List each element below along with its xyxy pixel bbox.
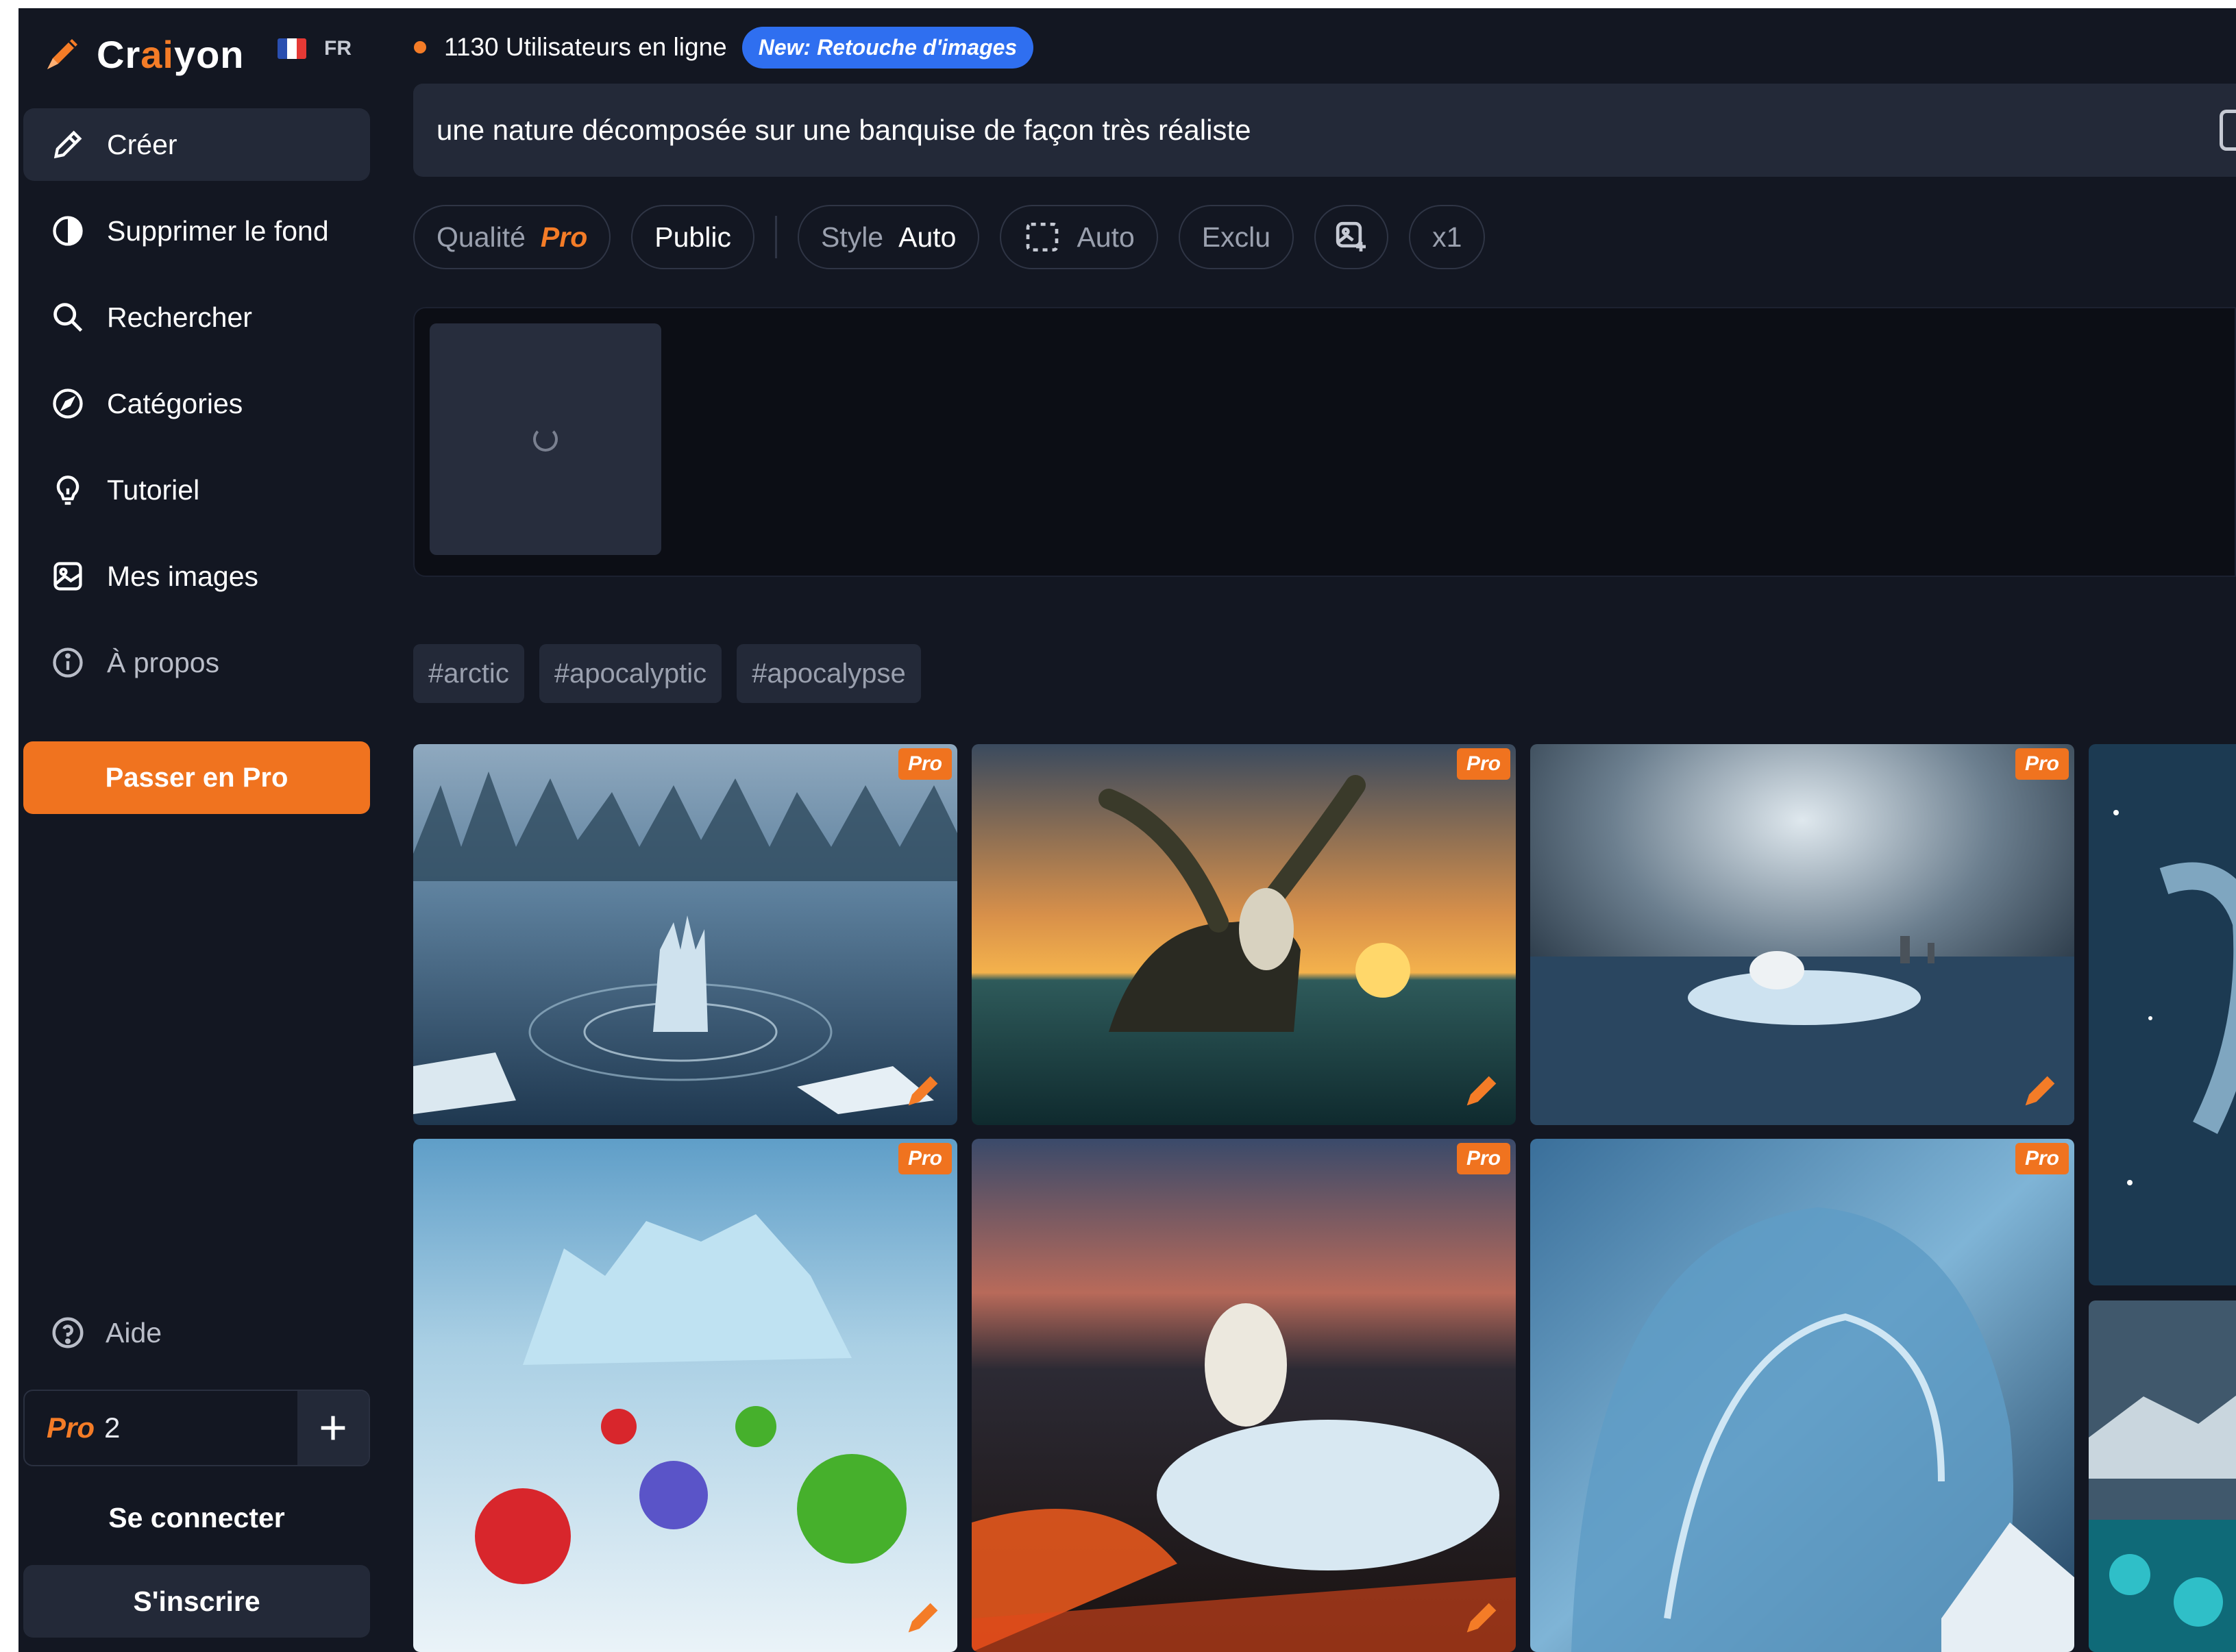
language-code: FR — [324, 37, 352, 60]
sidebar-item-label: À propos — [107, 646, 220, 678]
loading-thumbnail — [430, 323, 661, 555]
credits-plan: Pro — [47, 1411, 95, 1444]
pencil-icon — [49, 126, 86, 163]
sidebar-item-rechercher[interactable]: Rechercher — [23, 281, 370, 354]
style-selector[interactable]: Style Auto — [797, 205, 980, 269]
image-count-selector[interactable]: x1 — [1409, 205, 1486, 269]
gallery-image-frozen-hand[interactable]: Pro — [413, 744, 957, 1125]
online-status-dot — [414, 41, 426, 53]
credits-value: 2 — [104, 1411, 121, 1444]
quality-label: Qualité — [437, 221, 526, 253]
pro-badge: Pro — [898, 1143, 952, 1174]
edit-pencil-icon[interactable] — [1460, 1596, 1503, 1640]
gallery-image-arctic-coral[interactable] — [2089, 1300, 2236, 1652]
info-icon — [49, 644, 86, 681]
online-users-count: 1130 Utilisateurs en ligne — [444, 33, 727, 61]
edit-pencil-icon[interactable] — [901, 1596, 945, 1640]
tag-list: #arctic #apocalyptic #apocalypse — [413, 644, 936, 703]
sidebar-item-label: Catégories — [107, 387, 243, 419]
edit-pencil-icon[interactable] — [2018, 1069, 2062, 1113]
sidebar-item-label: Supprimer le fond — [107, 214, 329, 247]
gallery-image-polar-bear-lava[interactable]: Pro — [972, 1139, 1516, 1652]
gallery-image-whale[interactable] — [2089, 744, 2236, 1285]
tag-chip[interactable]: #apocalyptic — [539, 644, 722, 703]
app-window: Craiyon FR Créer Supprimer le fond Reche… — [19, 8, 2236, 1652]
tag-chip[interactable]: #apocalypse — [737, 644, 921, 703]
help-icon — [52, 1317, 84, 1348]
generation-results — [413, 307, 2236, 577]
search-icon — [49, 299, 86, 336]
france-flag-icon — [278, 38, 306, 59]
image-gallery: Pro Pro Pro Pro Pro Pro — [413, 744, 2236, 1652]
signup-button[interactable]: S'inscrire — [23, 1565, 370, 1638]
help-link[interactable]: Aide — [49, 1314, 162, 1351]
style-value: Auto — [898, 221, 957, 253]
loading-spinner-icon — [533, 427, 558, 452]
edit-pencil-icon[interactable] — [901, 1069, 945, 1113]
sidebar-item-creer[interactable]: Créer — [23, 108, 370, 181]
brand-name: Craiyon — [97, 32, 245, 76]
login-button[interactable]: Se connecter — [23, 1481, 370, 1554]
help-label: Aide — [106, 1316, 162, 1348]
sidebar-item-a-propos[interactable]: À propos — [23, 626, 370, 699]
add-image-icon — [1336, 221, 1366, 251]
sidebar-item-mes-images[interactable]: Mes images — [23, 540, 370, 613]
sidebar-item-label: Rechercher — [107, 301, 252, 333]
aspect-ratio-value: Auto — [1077, 221, 1135, 253]
new-feature-badge[interactable]: New: Retouche d'images — [741, 26, 1034, 69]
pro-badge: Pro — [1456, 1143, 1510, 1174]
compass-icon — [49, 385, 86, 422]
pro-badge: Pro — [2015, 748, 2069, 780]
sidebar-item-label: Créer — [107, 128, 177, 160]
pro-badge: Pro — [2015, 1143, 2069, 1174]
contrast-icon — [49, 212, 86, 249]
pro-badge: Pro — [898, 748, 952, 780]
gallery-image-ice-wave[interactable]: Pro — [1530, 1139, 2074, 1652]
prompt-text: une nature décomposée sur une banquise d… — [437, 114, 1251, 146]
visibility-toggle[interactable]: Public — [631, 205, 754, 269]
style-label: Style — [820, 221, 884, 253]
gallery-image-polar-bear-iceberg[interactable]: Pro — [1530, 744, 2074, 1125]
sidebar-item-categories[interactable]: Catégories — [23, 367, 370, 440]
sidebar-item-label: Mes images — [107, 560, 259, 592]
exclude-button[interactable]: Exclu — [1178, 205, 1294, 269]
prompt-input[interactable]: une nature décomposée sur une banquise d… — [413, 84, 2236, 177]
gallery-image-moose-sunset[interactable]: Pro — [972, 744, 1516, 1125]
sidebar-nav: Créer Supprimer le fond Rechercher Catég… — [23, 108, 370, 713]
sidebar-item-label: Tutoriel — [107, 473, 200, 506]
brand-logo[interactable]: Craiyon — [40, 23, 245, 85]
quality-selector[interactable]: Qualité Pro — [413, 205, 611, 269]
plus-icon — [321, 1416, 345, 1440]
quality-value: Pro — [540, 221, 588, 253]
tag-chip[interactable]: #arctic — [413, 644, 524, 703]
language-selector[interactable]: FR — [278, 37, 352, 60]
credits-count: Pro 2 — [25, 1391, 297, 1465]
gallery-image-fruits-on-ice[interactable]: Pro — [413, 1139, 957, 1652]
lightbulb-icon — [49, 471, 86, 508]
edit-pencil-icon[interactable] — [1460, 1069, 1503, 1113]
crayon-logo-icon — [47, 39, 77, 69]
image-upload-icon[interactable] — [2220, 110, 2236, 151]
add-credits-button[interactable] — [297, 1391, 369, 1465]
sidebar-item-supprimer-fond[interactable]: Supprimer le fond — [23, 195, 370, 267]
options-divider — [774, 216, 777, 258]
sidebar-item-tutoriel[interactable]: Tutoriel — [23, 454, 370, 526]
generation-options: Qualité Pro Public Style Auto Auto Exclu… — [413, 204, 1506, 271]
pro-badge: Pro — [1456, 748, 1510, 780]
aspect-ratio-selector[interactable]: Auto — [1000, 205, 1158, 269]
credits-panel: Pro 2 — [23, 1390, 370, 1466]
status-bar: 1130 Utilisateurs en ligne New: Retouche… — [414, 23, 1034, 71]
sidebar: Craiyon FR Créer Supprimer le fond Reche… — [19, 8, 382, 1652]
crop-frame-icon — [1027, 223, 1059, 251]
upgrade-pro-button[interactable]: Passer en Pro — [23, 741, 370, 814]
image-prompt-button[interactable] — [1314, 205, 1389, 269]
image-icon — [49, 558, 86, 595]
